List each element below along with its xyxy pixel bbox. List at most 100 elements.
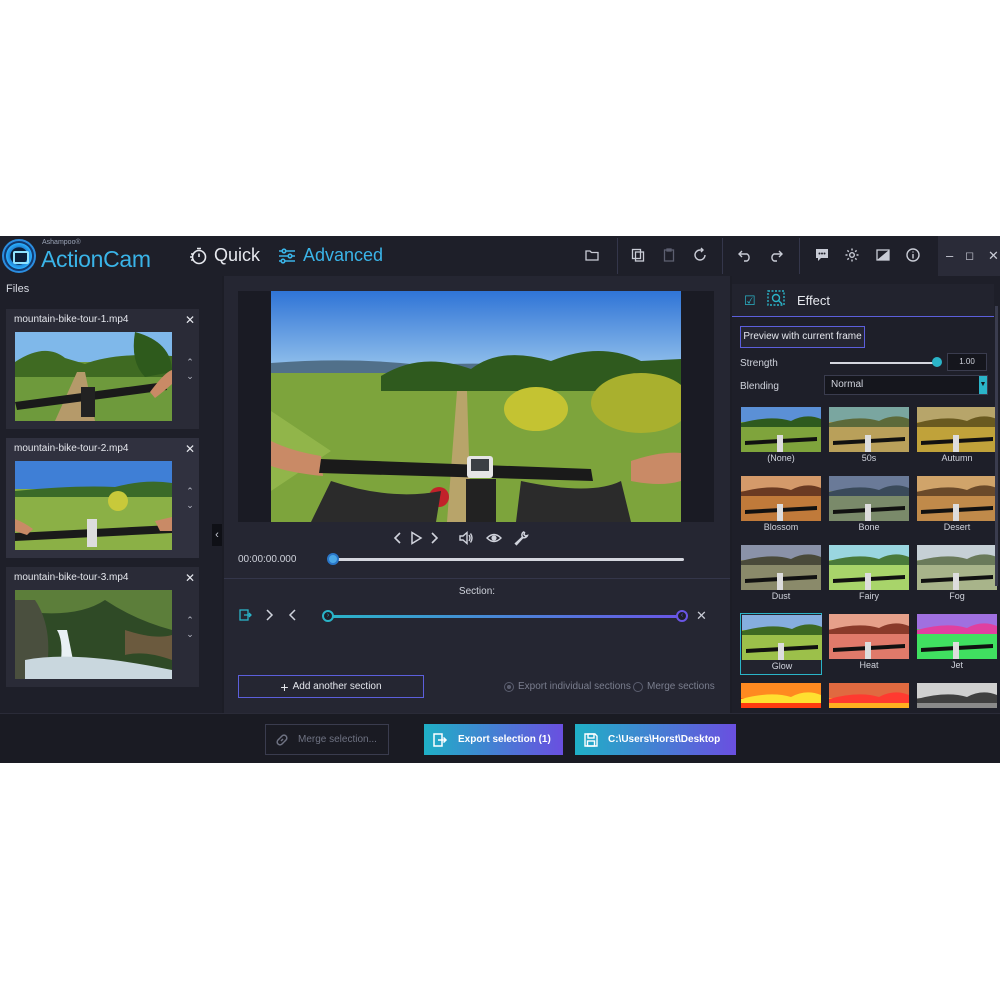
prev-frame-button[interactable] — [390, 530, 406, 546]
effect-thumbnail — [741, 407, 821, 452]
file-name: mountain-bike-tour-1.mp4 — [14, 314, 129, 325]
effect-thumbnail — [917, 476, 997, 521]
effect-checkbox[interactable]: ☑ — [744, 293, 756, 309]
effect-thumbnail — [741, 683, 821, 708]
section-range-bar[interactable] — [328, 615, 684, 618]
next-frame-button[interactable] — [426, 530, 442, 546]
file-thumbnail — [15, 332, 172, 421]
export-individual-option[interactable]: Export individual sections — [504, 681, 631, 692]
speaker-icon — [459, 530, 473, 546]
effect-label: Glow — [771, 661, 793, 671]
strength-slider[interactable] — [830, 362, 938, 364]
undo-button[interactable] — [736, 246, 754, 264]
effect-tile[interactable]: Glow — [740, 613, 822, 675]
chevron-left-icon[interactable] — [286, 608, 300, 622]
output-path-button[interactable]: C:\Users\Horst\Desktop — [575, 724, 736, 755]
effect-thumbnail — [917, 407, 997, 452]
sliders-icon — [279, 247, 295, 264]
effect-tile[interactable] — [916, 682, 998, 708]
volume-button[interactable] — [458, 530, 474, 546]
file-card[interactable]: mountain-bike-tour-1.mp4 ✕ ⌃ ⌄ — [6, 309, 199, 429]
reset-button[interactable] — [691, 246, 709, 264]
blending-value: Normal — [831, 379, 864, 390]
play-button[interactable] — [408, 530, 424, 546]
settings-button[interactable] — [843, 246, 861, 264]
effect-scrollbar[interactable] — [995, 306, 998, 586]
set-marker-icon[interactable] — [238, 608, 252, 622]
effect-icon — [767, 290, 785, 306]
close-window-icon[interactable]: ✕ — [988, 248, 999, 264]
preview-frame-button[interactable]: Preview with current frame — [740, 326, 865, 348]
effect-thumbnail — [829, 683, 909, 708]
files-label: Files — [6, 283, 30, 295]
mode-advanced-button[interactable]: Advanced — [277, 245, 383, 266]
add-section-button[interactable]: + Add another section — [238, 675, 424, 698]
effect-tile[interactable]: Fairy — [828, 544, 910, 606]
close-icon[interactable]: ✕ — [185, 313, 195, 327]
info-button[interactable] — [904, 246, 922, 264]
copy-icon — [631, 248, 645, 262]
effect-panel: ☑ Effect Preview with current frame Stre… — [732, 276, 1000, 713]
seek-handle[interactable] — [327, 553, 339, 565]
paste-button[interactable] — [660, 246, 678, 264]
open-folder-button[interactable] — [583, 246, 601, 264]
remove-section-icon[interactable]: ✕ — [696, 608, 707, 624]
strength-handle[interactable] — [932, 357, 942, 367]
export-selection-button[interactable]: Export selection (1) — [424, 724, 563, 755]
seek-bar[interactable] — [331, 558, 684, 561]
effect-tile[interactable]: Autumn — [916, 406, 998, 468]
redo-icon — [771, 250, 783, 262]
effect-label: 50s — [861, 453, 877, 463]
effect-tile[interactable]: Dust — [740, 544, 822, 606]
effect-thumbnail — [741, 545, 821, 590]
blending-select[interactable]: Normal ▼ — [824, 375, 988, 395]
effect-tile[interactable]: Fog — [916, 544, 998, 606]
gear-icon — [845, 248, 859, 262]
reorder-arrows[interactable]: ⌃ ⌄ — [184, 613, 196, 641]
stopwatch-icon — [190, 247, 207, 264]
tools-button[interactable] — [513, 530, 529, 546]
effect-grid: (None) 50s Autumn Blossom Bone Desert Dust Fair… — [740, 406, 998, 708]
close-icon[interactable]: ✕ — [185, 442, 195, 456]
effect-tile[interactable]: 50s — [828, 406, 910, 468]
radio-icon — [633, 681, 643, 692]
feedback-button[interactable] — [813, 246, 831, 264]
effect-label: Bone — [858, 522, 880, 532]
effect-tile[interactable]: (None) — [740, 406, 822, 468]
redo-button[interactable] — [767, 246, 785, 264]
mode-quick-button[interactable]: Quick — [188, 245, 260, 266]
preview-toggle-button[interactable] — [485, 530, 503, 546]
theme-button[interactable] — [874, 246, 892, 264]
merge-selection-button[interactable]: Merge selection... — [265, 724, 389, 755]
effect-tile[interactable]: Blossom — [740, 475, 822, 537]
copy-button[interactable] — [629, 246, 647, 264]
merge-sections-label: Merge sections — [647, 681, 715, 692]
file-name: mountain-bike-tour-3.mp4 — [14, 572, 129, 583]
reorder-arrows[interactable]: ⌃ ⌄ — [184, 484, 196, 512]
chevron-right-icon[interactable] — [262, 608, 276, 622]
effect-tile[interactable]: Jet — [916, 613, 998, 675]
file-card[interactable]: mountain-bike-tour-3.mp4 ✕ ⌃ ⌄ — [6, 567, 199, 687]
effect-tile[interactable]: Desert — [916, 475, 998, 537]
close-icon[interactable]: ✕ — [185, 571, 195, 585]
eye-icon — [486, 533, 502, 543]
section-start-handle[interactable]: › — [322, 610, 334, 622]
effect-thumbnail — [917, 614, 997, 659]
effect-thumbnail — [829, 545, 909, 590]
collapse-panel-button[interactable]: ‹ — [212, 524, 222, 546]
strength-value-input[interactable]: 1.00 — [947, 353, 987, 371]
effect-tile[interactable] — [740, 682, 822, 708]
maximize-icon[interactable]: ◻ — [965, 249, 974, 262]
file-card[interactable]: mountain-bike-tour-2.mp4 ✕ ⌃ ⌄ — [6, 438, 199, 558]
effect-tile[interactable]: Heat — [828, 613, 910, 675]
effect-thumbnail — [741, 476, 821, 521]
minimize-icon[interactable]: – — [946, 248, 953, 263]
effect-tile[interactable] — [828, 682, 910, 708]
merge-selection-label: Merge selection... — [298, 734, 377, 745]
file-thumbnail — [15, 461, 172, 550]
merge-sections-option[interactable]: Merge sections — [633, 681, 715, 692]
effect-tile[interactable]: Bone — [828, 475, 910, 537]
section-end-handle[interactable]: ‹ — [676, 610, 688, 622]
reorder-arrows[interactable]: ⌃ ⌄ — [184, 355, 196, 383]
section-label: Section: — [458, 586, 496, 597]
